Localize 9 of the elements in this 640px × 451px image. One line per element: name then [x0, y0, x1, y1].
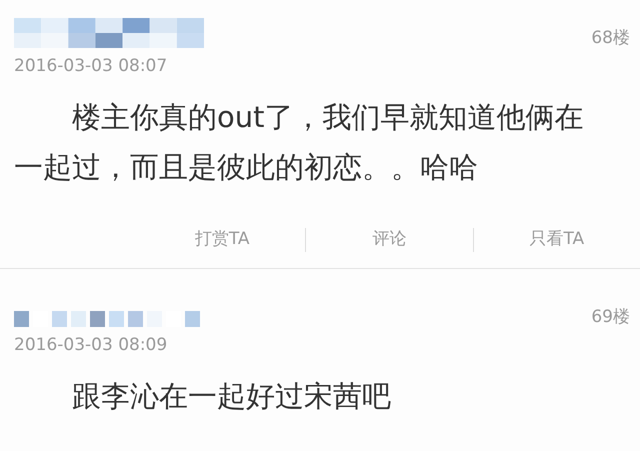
- floor-number: 68楼: [591, 28, 631, 48]
- action-link[interactable]: 只看TA: [474, 227, 640, 253]
- action-link[interactable]: 评论: [306, 227, 473, 253]
- action-link[interactable]: 打赏TA: [139, 227, 306, 253]
- post-text: 跟李沁在一起好过宋茜吧: [71, 378, 392, 415]
- floor-number: 69楼: [591, 307, 631, 327]
- post-text: 楼主你真的out了，我们早就知道他俩在一起过，而且是彼此的初恋。。哈哈: [14, 99, 584, 186]
- post-time: 2016-03-03 08:07: [14, 56, 168, 76]
- post-time: 2016-03-03 08:09: [14, 335, 168, 355]
